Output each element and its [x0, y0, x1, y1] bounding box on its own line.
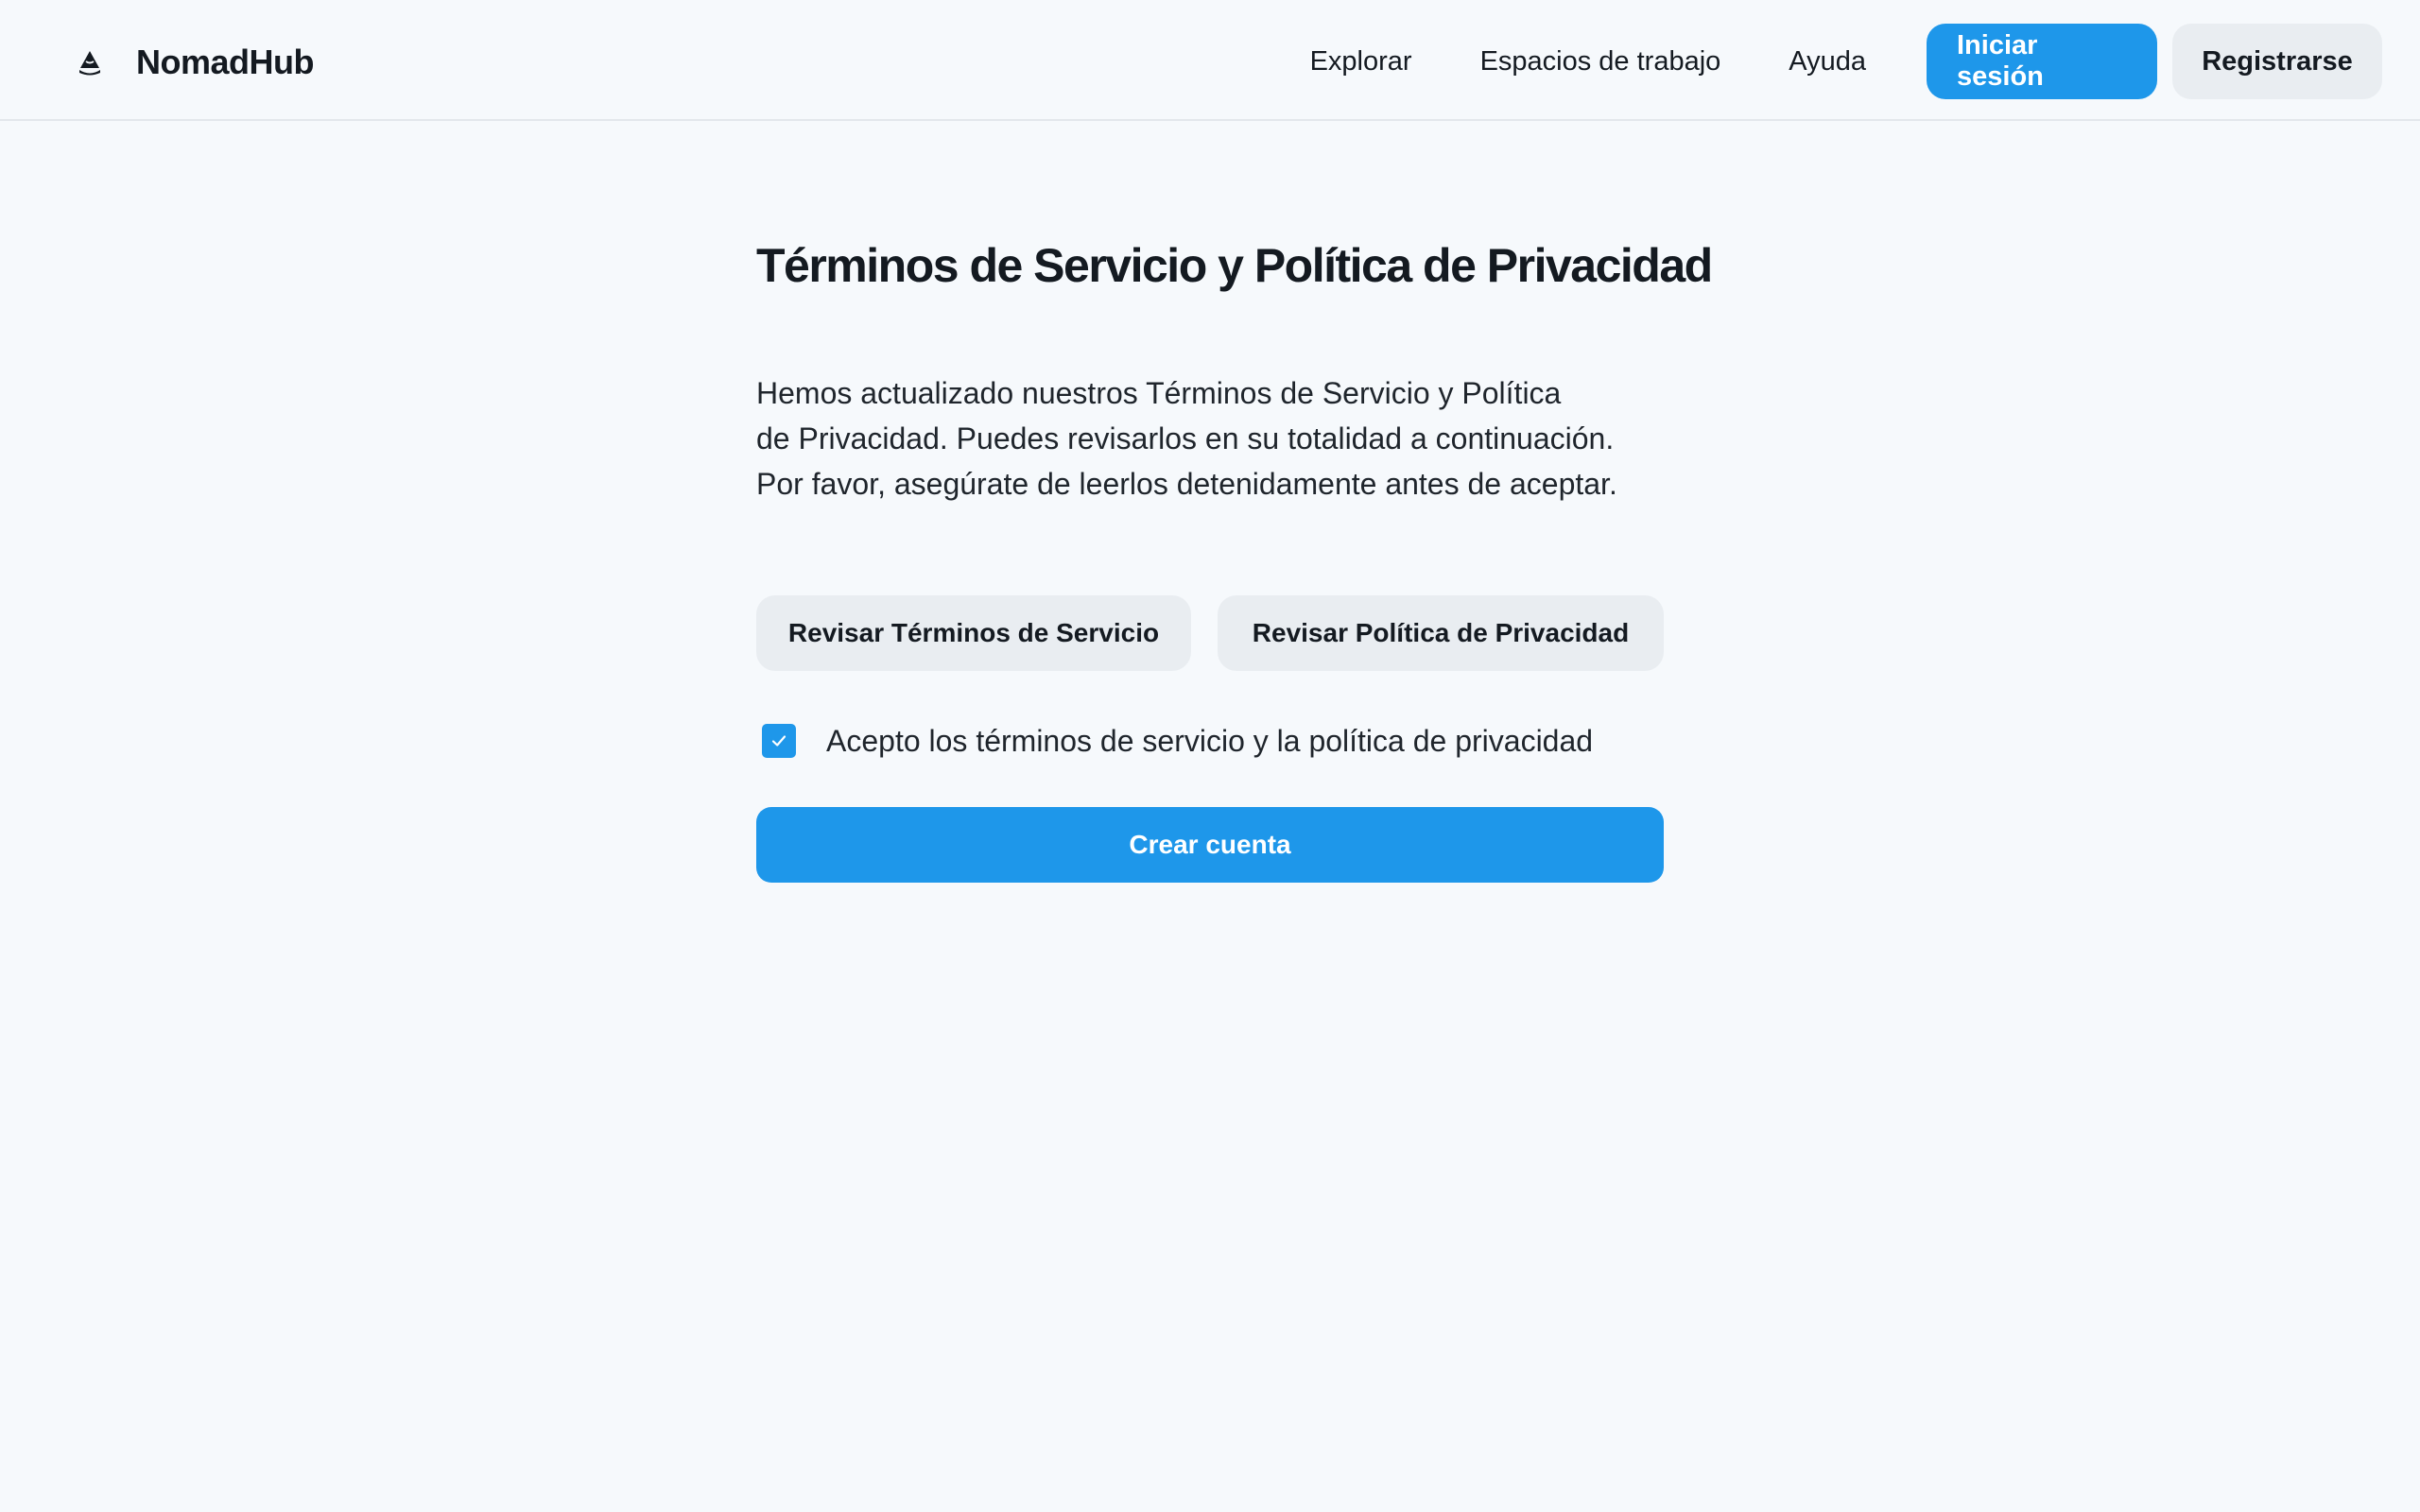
accept-row: Acepto los términos de servicio y la pol…	[756, 720, 1673, 762]
accept-checkbox[interactable]	[762, 724, 796, 758]
create-account-button[interactable]: Crear cuenta	[756, 807, 1664, 883]
review-terms-button[interactable]: Revisar Términos de Servicio	[756, 595, 1191, 671]
login-button[interactable]: Iniciar sesión	[1927, 24, 2157, 99]
brand[interactable]: NomadHub	[76, 38, 315, 87]
nav-link-ayuda[interactable]: Ayuda	[1789, 46, 1866, 77]
top-header: NomadHub Explorar Espacios de trabajo Ay…	[0, 0, 2420, 121]
register-button[interactable]: Registrarse	[2172, 24, 2382, 99]
page-title: Términos de Servicio y Política de Priva…	[756, 239, 1713, 292]
description-line: Hemos actualizado nuestros Términos de S…	[756, 376, 1562, 410]
brand-name: NomadHub	[136, 43, 315, 81]
checkmark-icon	[771, 735, 786, 747]
terms-panel: Términos de Servicio y Política de Priva…	[756, 232, 1713, 883]
top-nav: Explorar Espacios de trabajo Ayuda Inici…	[1310, 23, 2382, 100]
review-buttons: Revisar Términos de Servicio Revisar Pol…	[756, 595, 1673, 671]
nav-link-explorar[interactable]: Explorar	[1310, 46, 1412, 77]
description: Hemos actualizado nuestros Términos de S…	[756, 370, 1692, 507]
description-line: de Privacidad. Puedes revisarlos en su t…	[756, 421, 1615, 455]
accept-label[interactable]: Acepto los términos de servicio y la pol…	[826, 724, 1593, 759]
nav-link-espacios[interactable]: Espacios de trabajo	[1480, 46, 1721, 77]
description-line: Por favor, asegúrate de leerlos detenida…	[756, 467, 1617, 501]
mountain-logo-icon	[76, 48, 104, 77]
review-privacy-button[interactable]: Revisar Política de Privacidad	[1218, 595, 1664, 671]
